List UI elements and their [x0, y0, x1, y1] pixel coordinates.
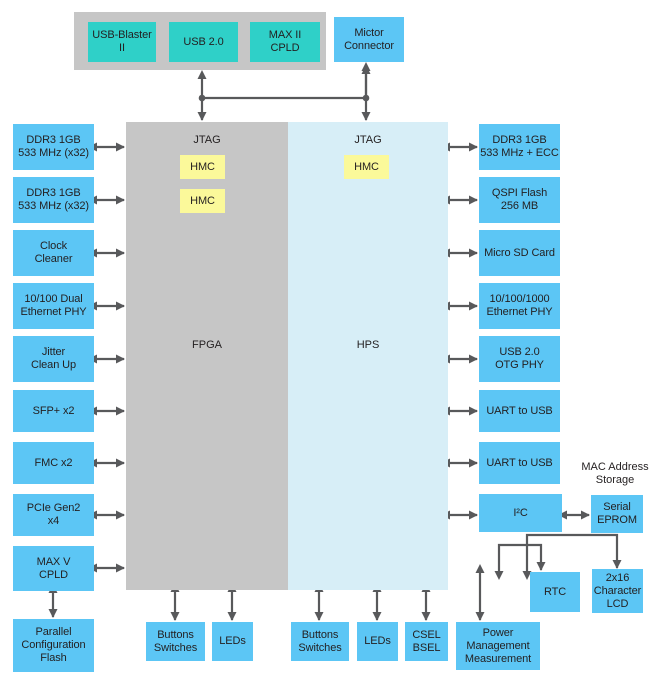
block-fpga-hmc-1[interactable]: HMC	[180, 155, 225, 179]
block-label: Buttons Switches	[153, 628, 198, 654]
block-label: UART to USB	[486, 456, 553, 469]
block-label: Power Management Measurement	[464, 626, 532, 665]
block-label: FMC x2	[34, 456, 73, 469]
hps-label: HPS	[356, 339, 380, 351]
block-diagram-canvas: USB-Blaster II USB 2.0 MAX II CPLD Micto…	[0, 0, 660, 685]
block-hps-hmc-1[interactable]: HMC	[344, 155, 389, 179]
block-label: UART to USB	[486, 404, 553, 417]
block-10-100-1000-ethernet-phy[interactable]: 10/100/1000 Ethernet PHY	[479, 283, 560, 329]
block-ddr3-1gb-x32-b[interactable]: DDR3 1GB 533 MHz (x32)	[13, 177, 94, 223]
block-label: CSEL BSEL	[412, 628, 441, 654]
block-ddr3-1gb-x32-a[interactable]: DDR3 1GB 533 MHz (x32)	[13, 124, 94, 170]
block-sfp-plus-x2[interactable]: SFP+ x2	[13, 390, 94, 432]
block-label: PCIe Gen2 x4	[26, 502, 81, 527]
block-label: QSPI Flash 256 MB	[491, 187, 548, 212]
block-label: SFP+ x2	[32, 404, 75, 417]
block-label: RTC	[543, 585, 567, 598]
block-qspi-flash-256mb[interactable]: QSPI Flash 256 MB	[479, 177, 560, 223]
block-label: DDR3 1GB 533 MHz (x32)	[18, 187, 89, 212]
block-label: USB 2.0 OTG PHY	[495, 346, 544, 371]
block-label: Micro SD Card	[484, 246, 555, 259]
block-max-ii-cpld[interactable]: MAX II CPLD	[250, 22, 320, 62]
fpga-label: FPGA	[192, 339, 222, 351]
block-label: I²C	[513, 506, 528, 519]
block-mictor-connector[interactable]: Mictor Connector	[334, 17, 404, 62]
block-max-v-cpld[interactable]: MAX V CPLD	[13, 546, 94, 591]
block-usb-2-0-otg-phy[interactable]: USB 2.0 OTG PHY	[479, 336, 560, 382]
block-fpga-leds[interactable]: LEDs	[212, 622, 253, 661]
block-label: Clock Cleaner	[34, 240, 73, 265]
block-label: LEDs	[219, 635, 246, 647]
block-label: Mictor Connector	[344, 26, 394, 52]
block-label: DDR3 1GB 533 MHz + ECC	[480, 134, 559, 159]
block-micro-sd-card[interactable]: Micro SD Card	[479, 230, 560, 276]
block-hps-buttons-switches[interactable]: Buttons Switches	[291, 622, 349, 661]
block-hps[interactable]	[288, 122, 448, 590]
block-ddr3-1gb-ecc[interactable]: DDR3 1GB 533 MHz + ECC	[479, 124, 560, 170]
block-label: HMC	[190, 160, 215, 173]
block-label: USB-Blaster II	[92, 29, 152, 54]
block-label: HMC	[354, 160, 379, 173]
block-power-management-measurement[interactable]: Power Management Measurement	[456, 622, 540, 670]
block-label: Jitter Clean Up	[30, 346, 77, 371]
block-uart-to-usb-b[interactable]: UART to USB	[479, 442, 560, 484]
block-label: Buttons Switches	[298, 628, 342, 654]
block-fpga-buttons-switches[interactable]: Buttons Switches	[146, 622, 205, 661]
block-usb-blaster-ii[interactable]: USB-Blaster II	[88, 22, 156, 62]
block-10-100-dual-ethernet-phy[interactable]: 10/100 Dual Ethernet PHY	[13, 283, 94, 329]
block-label: LEDs	[364, 635, 391, 647]
block-i2c[interactable]: I²C	[479, 494, 562, 532]
block-label: MAX V CPLD	[36, 555, 71, 581]
block-hps-leds[interactable]: LEDs	[357, 622, 398, 661]
block-label: DDR3 1GB 533 MHz (x32)	[18, 134, 89, 159]
block-label: USB 2.0	[183, 35, 224, 48]
block-fpga-hmc-2[interactable]: HMC	[180, 189, 225, 213]
block-usb-2-0[interactable]: USB 2.0	[169, 22, 238, 62]
block-label: Serial EPROM	[597, 501, 637, 526]
mac-address-storage-note: MAC Address Storage	[581, 461, 649, 486]
block-clock-cleaner[interactable]: Clock Cleaner	[13, 230, 94, 276]
block-2x16-character-lcd[interactable]: 2x16 Character LCD	[592, 569, 643, 613]
block-csel-bsel[interactable]: CSEL BSEL	[405, 622, 448, 661]
junction-dot-fpga-jtag	[198, 94, 206, 102]
block-rtc[interactable]: RTC	[530, 572, 580, 612]
block-label: MAX II CPLD	[268, 29, 302, 54]
block-label: 10/100 Dual Ethernet PHY	[20, 293, 87, 318]
block-label: HMC	[190, 194, 215, 207]
block-label: Parallel Configuration Flash	[21, 626, 86, 664]
block-fmc-x2[interactable]: FMC x2	[13, 442, 94, 484]
hps-jtag-label: JTAG	[354, 134, 382, 146]
block-jitter-clean-up[interactable]: Jitter Clean Up	[13, 336, 94, 382]
block-pcie-gen2-x4[interactable]: PCIe Gen2 x4	[13, 494, 94, 536]
junction-dot-hps-jtag	[362, 94, 370, 102]
block-label: 2x16 Character LCD	[593, 571, 642, 610]
block-serial-eprom[interactable]: Serial EPROM	[591, 495, 643, 533]
block-label: 10/100/1000 Ethernet PHY	[486, 293, 553, 318]
fpga-jtag-label: JTAG	[193, 134, 221, 146]
block-uart-to-usb-a[interactable]: UART to USB	[479, 390, 560, 432]
block-parallel-configuration-flash[interactable]: Parallel Configuration Flash	[13, 619, 94, 672]
